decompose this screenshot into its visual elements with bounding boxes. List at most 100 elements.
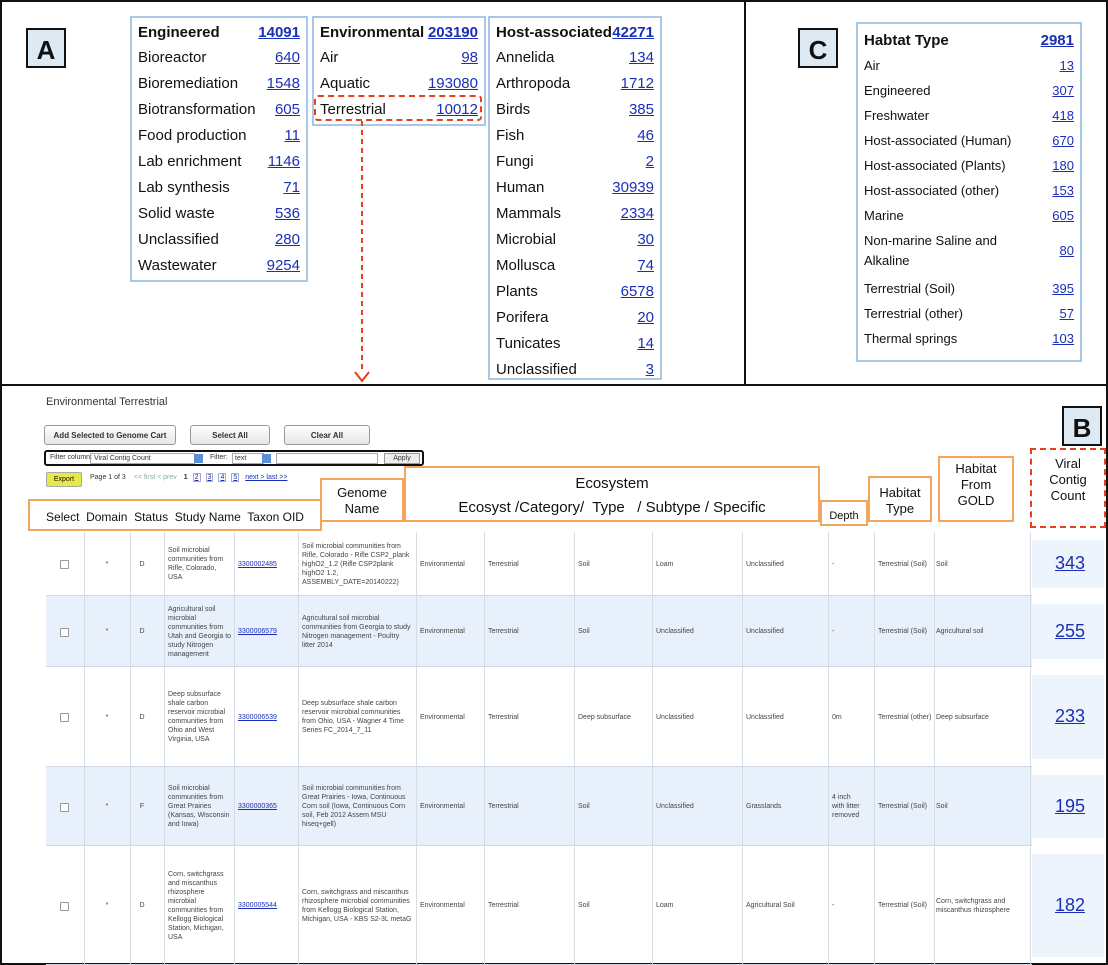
status-cell: D	[139, 560, 145, 568]
select-checkbox[interactable]	[60, 802, 69, 812]
status-cell: D	[139, 902, 145, 909]
host-associated-count-link[interactable]: 2	[646, 153, 654, 170]
habitat-count-link[interactable]: 57	[1060, 306, 1074, 321]
environmental-count-link[interactable]: 193080	[428, 75, 478, 92]
habitat-count-link[interactable]: 670	[1052, 133, 1074, 148]
study-name-cell: Soil microbial communities from Great Pr…	[168, 785, 230, 828]
host-associated-count-link[interactable]: 46	[637, 127, 654, 144]
engineered-count-link[interactable]: 1146	[268, 153, 300, 170]
taxon-oid-link[interactable]: 3300006539	[238, 670, 286, 764]
column-divider	[84, 596, 85, 666]
habitat-count-link[interactable]: 307	[1052, 83, 1074, 98]
engineered-count-link[interactable]: 640	[275, 49, 300, 66]
habitat-label-line2: Alkaline	[864, 253, 910, 268]
habitat-label: Terrestrial (other)	[864, 306, 963, 321]
host-associated-count-link[interactable]: 134	[629, 49, 654, 66]
type-cell: Deep subsurface	[578, 713, 631, 721]
select-checkbox[interactable]	[60, 560, 69, 569]
habitat-count-link[interactable]: 180	[1052, 158, 1074, 173]
page-link-2[interactable]: 2	[192, 473, 201, 482]
page-link-4[interactable]: 4	[218, 473, 227, 482]
column-divider	[416, 667, 417, 766]
genome-name-cell: Soil microbial communities from Great Pr…	[302, 785, 406, 828]
type-cell: Soil	[578, 560, 590, 568]
filter-column-select[interactable]: Viral Contig Count	[90, 453, 195, 464]
study-name-cell: Agricultural soil microbial communities …	[168, 605, 232, 658]
page-link-3[interactable]: 3	[205, 473, 214, 482]
specific-cell: Unclassified	[746, 560, 784, 568]
habitat-count-link[interactable]: 605	[1052, 208, 1074, 223]
engineered-count-link[interactable]: 9254	[267, 257, 300, 274]
habitat-count-link[interactable]: 395	[1052, 281, 1074, 296]
habitat-type-count-link[interactable]: 2981	[1041, 32, 1074, 49]
select-checkbox[interactable]	[60, 713, 69, 722]
filter-type-select[interactable]: text	[232, 453, 264, 464]
select-checkbox[interactable]	[60, 901, 69, 911]
column-divider	[84, 532, 85, 595]
clear-all-button[interactable]: Clear All	[284, 425, 370, 445]
column-divider	[130, 532, 131, 595]
environmental-count-link[interactable]: 203190	[428, 24, 478, 41]
engineered-count-link[interactable]: 71	[283, 179, 300, 196]
category-cell: Terrestrial	[488, 902, 519, 909]
engineered-count-link[interactable]: 536	[275, 205, 300, 222]
host-associated-count-link[interactable]: 3	[646, 361, 654, 378]
host-associated-count-link[interactable]: 6578	[621, 283, 654, 300]
habitat-count-link[interactable]: 13	[1060, 58, 1074, 73]
engineered-label: Lab synthesis	[138, 179, 230, 196]
habitat-gold-cell: Soil	[936, 560, 948, 568]
column-divider	[164, 532, 165, 595]
category-cell: Terrestrial	[488, 560, 519, 568]
taxon-oid-link[interactable]: 3300002485	[238, 535, 286, 593]
ecosystem-cell: Environmental	[420, 560, 465, 568]
habitat-count-link[interactable]: 418	[1052, 108, 1074, 123]
select-all-button[interactable]: Select All	[190, 425, 270, 445]
type-cell: Soil	[578, 902, 590, 909]
viral-count-link[interactable]: 343	[1038, 553, 1102, 574]
engineered-count-link[interactable]: 1548	[267, 75, 300, 92]
filter-text-input[interactable]	[276, 453, 378, 464]
engineered-count-link[interactable]: 14091	[258, 24, 300, 41]
engineered-count-link[interactable]: 11	[284, 127, 300, 144]
column-divider	[652, 667, 653, 766]
study-name-cell: Corn, switchgrass and miscanthus rhizosp…	[168, 870, 224, 941]
page-link-5[interactable]: 5	[231, 473, 240, 482]
habitat-count-link[interactable]: 153	[1052, 183, 1074, 198]
host-associated-count-link[interactable]: 42271	[612, 24, 654, 41]
habitat-type-table: Habtat Type 2981 Air 13 Engineered 307 Fresh…	[856, 22, 1082, 362]
habitat-count-link[interactable]: 103	[1052, 331, 1074, 346]
habitat-gold-cell: Corn, switchgrass and miscanthus rhizosp…	[936, 897, 1010, 914]
column-divider	[934, 667, 935, 766]
column-divider	[164, 767, 165, 845]
taxon-oid-link[interactable]: 3300005544	[238, 849, 286, 962]
environmental-label: Aquatic	[320, 75, 371, 92]
habitat-gold-cell: Agricultural soil	[936, 628, 984, 635]
apply-button[interactable]: Apply	[384, 453, 420, 464]
export-button[interactable]: Export	[46, 472, 82, 487]
host-associated-count-link[interactable]: 30939	[612, 179, 654, 196]
host-associated-count-link[interactable]: 20	[637, 309, 654, 326]
engineered-label: Wastewater	[138, 257, 217, 274]
environmental-count-link[interactable]: 98	[461, 49, 478, 66]
viral-count-link[interactable]: 182	[1038, 895, 1102, 916]
host-associated-count-link[interactable]: 14	[637, 335, 654, 352]
taxon-oid-link[interactable]: 3300000365	[238, 770, 286, 843]
viral-count-link[interactable]: 255	[1038, 621, 1102, 642]
viral-count-link[interactable]: 195	[1038, 796, 1102, 817]
column-divider	[484, 596, 485, 666]
column-divider	[130, 767, 131, 845]
viral-count-link[interactable]: 233	[1038, 706, 1102, 727]
taxon-oid-link[interactable]: 3300006579	[238, 599, 286, 664]
engineered-count-link[interactable]: 280	[275, 231, 300, 248]
engineered-count-link[interactable]: 605	[275, 101, 300, 118]
page-link-1[interactable]: 1	[184, 474, 188, 481]
host-associated-count-link[interactable]: 2334	[621, 205, 654, 222]
select-checkbox[interactable]	[60, 627, 69, 637]
column-divider	[828, 846, 829, 964]
host-associated-count-link[interactable]: 385	[629, 101, 654, 118]
add-to-genome-cart-button[interactable]: Add Selected to Genome Cart	[44, 425, 176, 445]
host-associated-count-link[interactable]: 30	[637, 231, 654, 248]
host-associated-count-link[interactable]: 74	[637, 257, 654, 274]
host-associated-count-link[interactable]: 1712	[621, 75, 654, 92]
habitat-count-link[interactable]: 80	[1060, 243, 1074, 258]
